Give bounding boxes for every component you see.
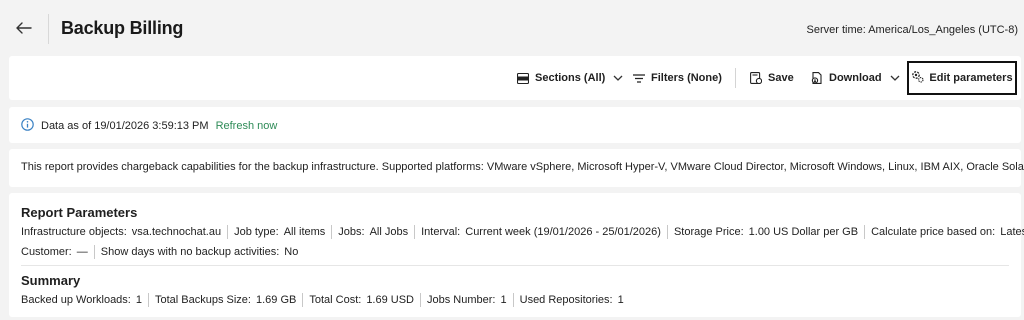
summary-value: 1: [500, 294, 507, 306]
download-icon: [811, 72, 823, 84]
filters-button[interactable]: Filters (None): [633, 56, 722, 100]
param-value: vsa.technochat.au: [131, 226, 222, 238]
data-as-of-text: Data as of 19/01/2026 3:59:13 PM: [41, 120, 209, 132]
save-button[interactable]: Save: [750, 56, 794, 100]
param-divider: [864, 225, 866, 239]
summary-divider: [512, 293, 514, 307]
chevron-down-icon: [890, 75, 900, 81]
summary-value: 1: [135, 294, 142, 306]
server-time: Server time: America/Los_Angeles (UTC-8): [806, 24, 1018, 36]
param-key: Interval:: [421, 226, 461, 238]
parameters-row-2: Customer: — Show days with no backup acti…: [21, 245, 298, 259]
param-key: Storage Price:: [673, 226, 744, 238]
report-parameters-title: Report Parameters: [21, 205, 138, 220]
summary-divider: [147, 293, 149, 307]
summary-value: 1: [617, 294, 624, 306]
param-value: Current week (19/01/2026 - 25/01/2026): [465, 226, 661, 238]
summary-key: Used Repositories:: [519, 294, 613, 306]
summary-row: Backed up Workloads: 1 Total Backups Size…: [21, 293, 624, 307]
refresh-now-link[interactable]: Refresh now: [216, 120, 278, 132]
param-value: No: [284, 246, 299, 258]
summary-divider: [302, 293, 304, 307]
save-label: Save: [768, 72, 794, 84]
description-text: This report provides chargeback capabili…: [21, 161, 1024, 173]
param-key: Job type:: [234, 226, 279, 238]
summary-key: Total Backups Size:: [154, 294, 251, 306]
summary-key: Jobs Number:: [427, 294, 496, 306]
sections-dropdown[interactable]: Sections (All): [517, 56, 623, 100]
param-value: —: [76, 246, 88, 258]
data-freshness-bar: Data as of 19/01/2026 3:59:13 PM Refresh…: [9, 107, 1021, 143]
param-divider: [331, 225, 333, 239]
download-label: Download: [829, 72, 882, 84]
summary-title: Summary: [21, 273, 81, 288]
param-key: Calculate price based on:: [871, 226, 996, 238]
param-divider: [666, 225, 668, 239]
edit-parameters-button[interactable]: Edit parameters: [907, 61, 1017, 95]
page-header: Backup Billing Server time: America/Los_…: [0, 0, 1024, 56]
toolbar: Sections (All) Filters (None) Save Downl…: [9, 56, 1021, 100]
param-value: All Jobs: [369, 226, 409, 238]
filter-icon: [633, 73, 645, 83]
title-divider: [48, 14, 49, 44]
summary-value: 1.69 GB: [255, 294, 297, 306]
param-key: Customer:: [21, 246, 72, 258]
param-divider: [227, 225, 229, 239]
summary-divider: [420, 293, 422, 307]
param-value: 1.00 US Dollar per GB: [748, 226, 859, 238]
toolbar-divider: [735, 68, 736, 88]
summary-key: Total Cost:: [309, 294, 362, 306]
param-key: Show days with no backup activities:: [100, 246, 280, 258]
save-icon: [750, 72, 762, 84]
param-key: Infrastructure objects:: [21, 226, 127, 238]
chevron-down-icon: [613, 75, 623, 81]
report-description: This report provides chargeback capabili…: [9, 149, 1024, 187]
info-icon: [21, 118, 34, 134]
parameters-row-1: Infrastructure objects: vsa.technochat.au…: [21, 225, 1024, 239]
filters-label: Filters (None): [651, 72, 722, 84]
summary-value: 1.69 USD: [366, 294, 415, 306]
summary-key: Backed up Workloads:: [21, 294, 131, 306]
settings-gear-icon: [911, 70, 924, 86]
section-divider: [21, 265, 1009, 266]
sections-label: Sections (All): [535, 72, 606, 84]
param-divider: [414, 225, 416, 239]
sections-icon: [517, 72, 529, 84]
param-value: All items: [283, 226, 326, 238]
param-value: Latest value: [1000, 226, 1024, 238]
param-divider: [93, 245, 95, 259]
edit-parameters-label: Edit parameters: [929, 72, 1013, 84]
page-title: Backup Billing: [61, 18, 184, 38]
param-key: Jobs:: [338, 226, 365, 238]
download-dropdown[interactable]: Download: [811, 56, 900, 100]
report-parameters-card: Report Parameters Infrastructure objects…: [9, 193, 1024, 317]
back-arrow-icon[interactable]: [14, 18, 34, 38]
